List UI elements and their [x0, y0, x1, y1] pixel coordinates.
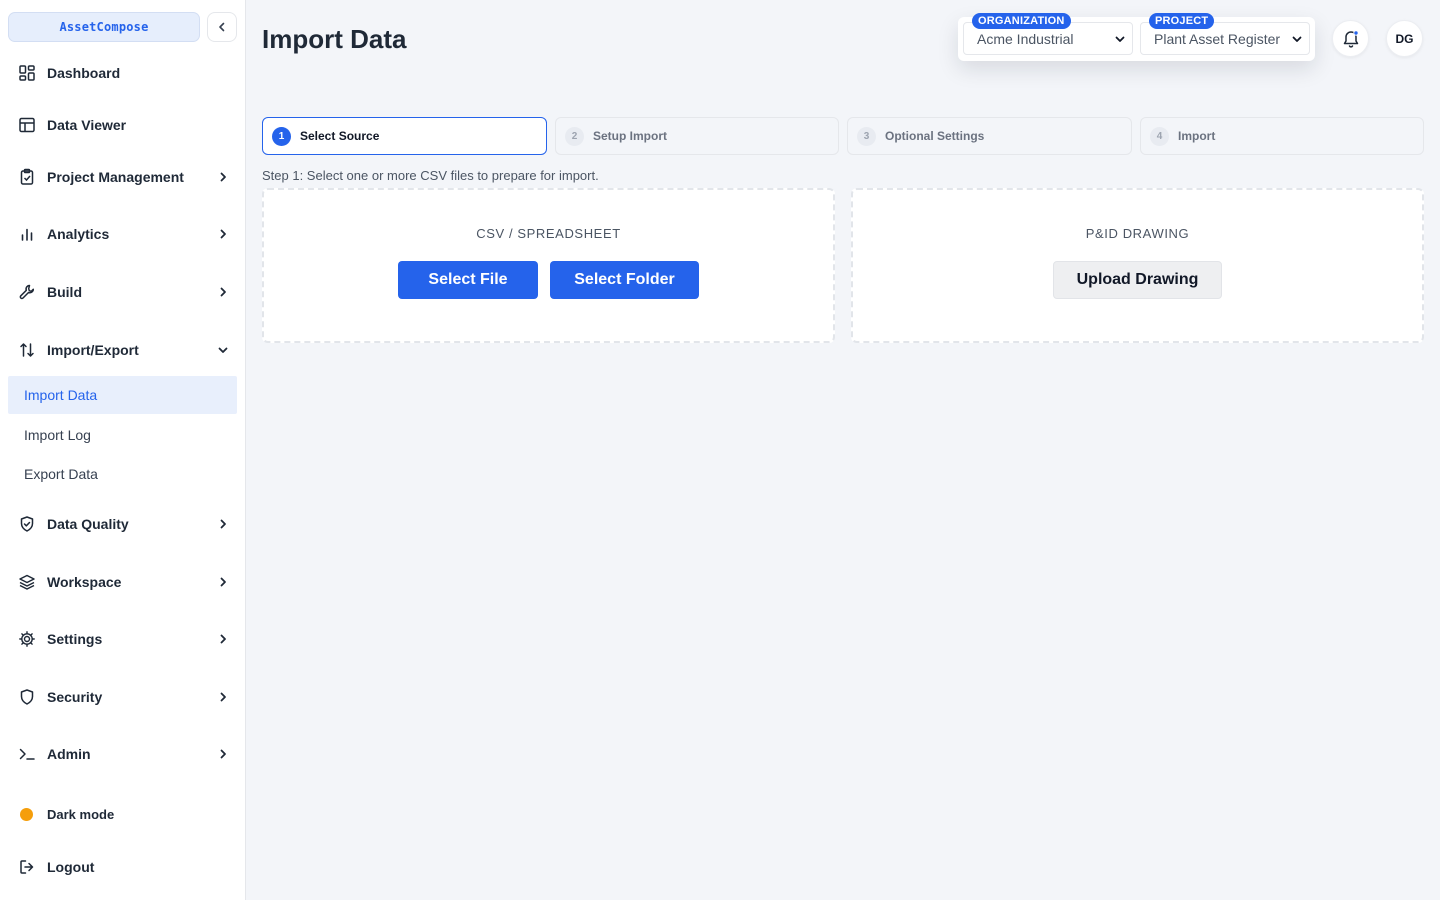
step-number: 3 — [857, 126, 876, 146]
chevron-right-icon — [215, 169, 231, 185]
chevron-down-icon — [1291, 33, 1303, 45]
chevron-right-icon — [215, 284, 231, 300]
logout-button[interactable]: Logout — [8, 849, 237, 885]
sidebar-item-dashboard[interactable]: Dashboard — [8, 55, 237, 91]
logout-label: Logout — [47, 859, 95, 875]
step-label: Setup Import — [593, 129, 667, 143]
organization-select[interactable]: ORGANIZATION Acme Industrial — [963, 13, 1133, 55]
logout-icon — [18, 858, 36, 876]
sidebar-item-settings[interactable]: Settings — [8, 621, 237, 657]
sidebar: AssetCompose Dashboard Data Viewer Proje… — [0, 0, 246, 900]
step-optional-settings[interactable]: 3 Optional Settings — [847, 117, 1132, 155]
sidebar-item-label: Data Viewer — [47, 117, 127, 133]
project-select[interactable]: PROJECT Plant Asset Register — [1140, 13, 1310, 55]
pid-source-card: P&ID DRAWING Upload Drawing — [851, 188, 1424, 343]
table-icon — [18, 116, 36, 134]
chevron-right-icon — [215, 689, 231, 705]
bar-chart-icon — [18, 225, 36, 243]
bell-icon — [1343, 29, 1359, 48]
step-label: Optional Settings — [885, 129, 985, 143]
terminal-icon — [18, 745, 36, 763]
arrows-up-down-icon — [18, 341, 36, 359]
sidebar-subitem-import-data[interactable]: Import Data — [8, 376, 237, 414]
sidebar-item-label: Import/Export — [47, 342, 139, 358]
upload-drawing-button[interactable]: Upload Drawing — [1053, 261, 1222, 299]
notifications-button[interactable] — [1332, 20, 1369, 57]
page-title: Import Data — [262, 24, 407, 54]
chevron-right-icon — [215, 574, 231, 590]
sidebar-item-admin[interactable]: Admin — [8, 736, 237, 772]
chevron-left-icon — [219, 22, 225, 32]
step-hint: Step 1: Select one or more CSV files to … — [262, 168, 599, 183]
dashboard-icon — [18, 64, 36, 82]
sidebar-item-data-viewer[interactable]: Data Viewer — [8, 107, 237, 143]
sidebar-item-label: Admin — [47, 746, 91, 762]
dark-mode-toggle[interactable]: Dark mode — [8, 796, 237, 832]
chevron-right-icon — [215, 516, 231, 532]
project-value: Plant Asset Register — [1154, 31, 1281, 47]
sidebar-item-security[interactable]: Security — [8, 679, 237, 715]
sidebar-collapse-button[interactable] — [207, 12, 237, 42]
step-select-source[interactable]: 1 Select Source — [262, 117, 547, 155]
sidebar-item-data-quality[interactable]: Data Quality — [8, 506, 237, 542]
sidebar-item-label: Security — [47, 689, 103, 705]
step-label: Import — [1178, 129, 1216, 143]
chevron-right-icon — [215, 226, 231, 242]
sidebar-item-label: Data Quality — [47, 516, 129, 532]
sidebar-item-build[interactable]: Build — [8, 274, 237, 310]
select-file-button[interactable]: Select File — [398, 261, 538, 299]
gear-icon — [18, 630, 36, 648]
sidebar-item-label: Project Management — [47, 169, 184, 185]
sidebar-item-label: Build — [47, 284, 82, 300]
sidebar-subitem-import-log[interactable]: Import Log — [8, 416, 237, 454]
organization-value: Acme Industrial — [977, 31, 1074, 47]
organization-label: ORGANIZATION — [972, 13, 1071, 29]
sidebar-item-label: Settings — [47, 631, 103, 647]
select-folder-button[interactable]: Select Folder — [550, 261, 699, 299]
csv-card-title: CSV / SPREADSHEET — [476, 226, 621, 241]
brand-logo[interactable]: AssetCompose — [8, 12, 200, 42]
project-label: PROJECT — [1149, 13, 1215, 29]
shield-check-icon — [18, 515, 36, 533]
layers-icon — [18, 573, 36, 591]
sidebar-item-label: Analytics — [47, 226, 110, 242]
sidebar-item-workspace[interactable]: Workspace — [8, 564, 237, 600]
sidebar-item-label: Workspace — [47, 574, 122, 590]
step-setup-import[interactable]: 2 Setup Import — [555, 117, 839, 155]
sidebar-item-import-export[interactable]: Import/Export — [8, 332, 237, 368]
clipboard-icon — [18, 168, 36, 186]
sidebar-item-analytics[interactable]: Analytics — [8, 216, 237, 252]
sidebar-subitem-export-data[interactable]: Export Data — [8, 455, 237, 493]
dark-mode-dot-icon — [20, 807, 33, 821]
chevron-down-icon — [1114, 33, 1126, 45]
avatar[interactable]: DG — [1386, 20, 1423, 57]
chevron-right-icon — [215, 631, 231, 647]
chevron-down-icon — [215, 342, 231, 358]
shield-icon — [18, 688, 36, 706]
chevron-right-icon — [215, 746, 231, 762]
sidebar-item-project-management[interactable]: Project Management — [8, 159, 237, 195]
sidebar-item-label: Dashboard — [47, 65, 121, 81]
context-selector-panel: ORGANIZATION Acme Industrial PROJECT Pla… — [958, 13, 1315, 61]
csv-source-card: CSV / SPREADSHEET Select File Select Fol… — [262, 188, 835, 343]
dark-mode-label: Dark mode — [47, 806, 115, 822]
step-label: Select Source — [300, 129, 380, 143]
step-number: 4 — [1150, 126, 1169, 146]
step-number: 2 — [565, 126, 584, 146]
step-import[interactable]: 4 Import — [1140, 117, 1424, 155]
wrench-icon — [18, 283, 36, 301]
step-number: 1 — [272, 126, 291, 146]
pid-card-title: P&ID DRAWING — [1085, 226, 1190, 241]
